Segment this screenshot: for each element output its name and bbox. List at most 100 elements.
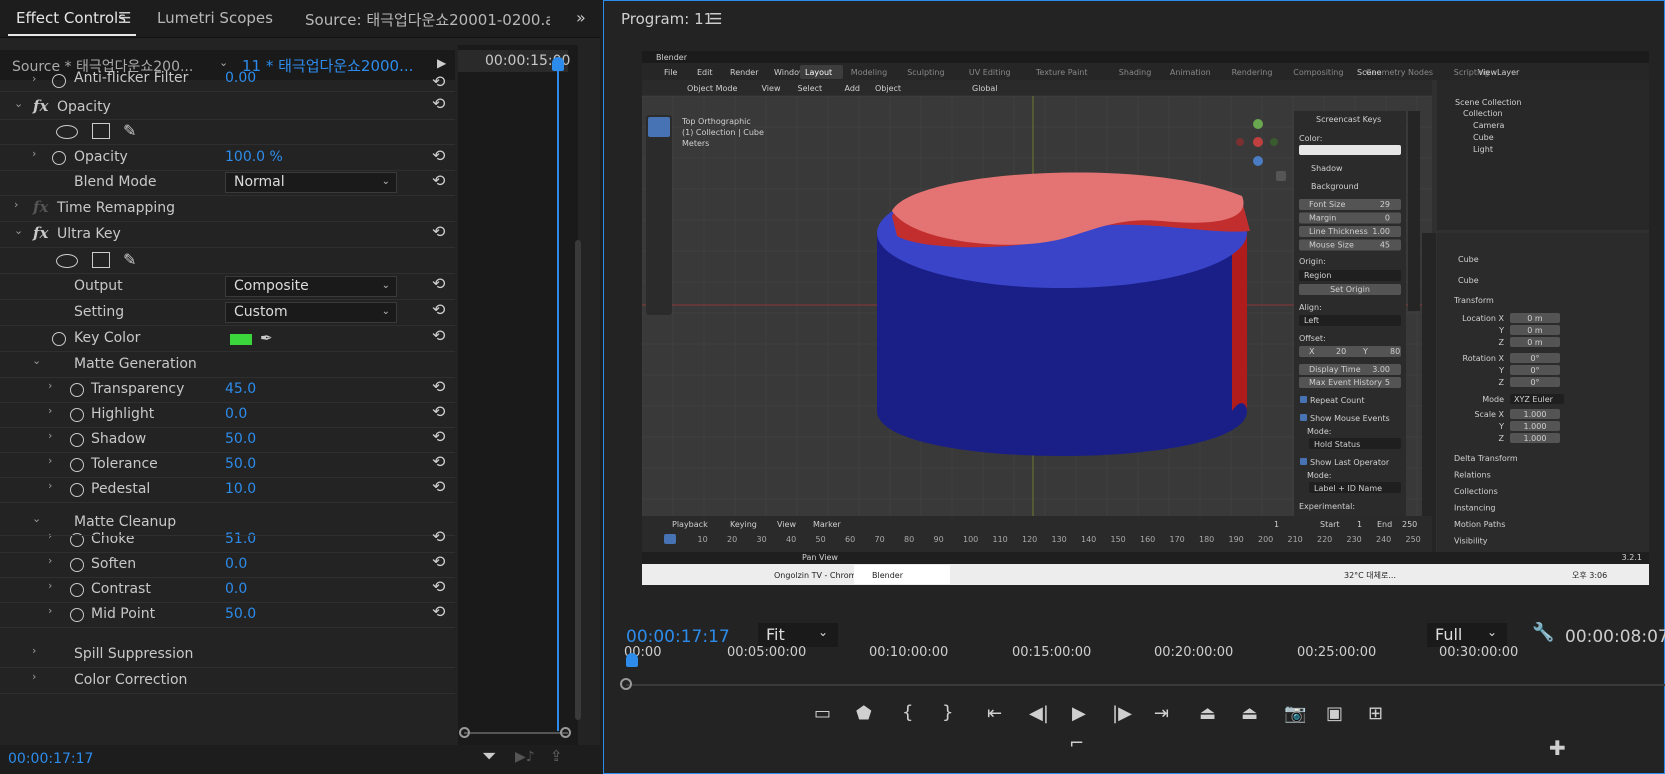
zoom-handle-left[interactable] [459, 727, 470, 738]
pen-mask-icon[interactable]: ✎ [123, 250, 136, 269]
multi-camera-icon[interactable]: ⊞ [1368, 703, 1383, 724]
setting-dropdown[interactable]: Custom ⌄ [225, 302, 397, 323]
reset-parameter-icon[interactable]: ⟲ [432, 326, 445, 345]
playhead-handle[interactable] [552, 57, 564, 71]
stopwatch-icon[interactable] [70, 483, 84, 497]
key-color-swatch[interactable] [230, 334, 252, 345]
reset-parameter-icon[interactable]: ⟲ [432, 171, 445, 190]
reset-parameter-icon[interactable]: ⟲ [432, 274, 445, 293]
pedestal-value[interactable]: 10.0 [225, 481, 256, 497]
expand-chevron-icon[interactable]: › [32, 72, 36, 85]
mark-out-icon[interactable]: } [942, 702, 953, 723]
expand-chevron-icon[interactable]: › [48, 404, 52, 417]
collapse-chevron-icon[interactable]: ⌄ [32, 512, 41, 525]
blend-mode-dropdown[interactable]: Normal ⌄ [225, 172, 397, 193]
stopwatch-icon[interactable] [52, 151, 66, 165]
pen-mask-icon[interactable]: ✎ [123, 121, 136, 140]
stopwatch-icon[interactable] [52, 74, 66, 88]
fx-icon[interactable]: fx [33, 97, 48, 115]
fx-icon[interactable]: fx [33, 224, 48, 242]
reset-parameter-icon[interactable]: ⟲ [432, 452, 445, 471]
stopwatch-icon[interactable] [70, 608, 84, 622]
reset-parameter-icon[interactable]: ⟲ [432, 527, 445, 546]
output-dropdown[interactable]: Composite ⌄ [225, 276, 397, 297]
program-video-frame[interactable]: BlenderFileEditRenderWindowHelpLayoutMod… [642, 51, 1649, 619]
tab-effect-controls[interactable]: Effect Controls [16, 9, 126, 27]
stopwatch-icon[interactable] [70, 558, 84, 572]
tolerance-value[interactable]: 50.0 [225, 456, 256, 472]
extract-icon[interactable]: ⏏ [1241, 703, 1258, 724]
current-timecode[interactable]: 00:00:17:17 [626, 627, 730, 647]
fit-dropdown[interactable]: Fit ⌄ [758, 623, 838, 647]
expand-chevron-icon[interactable]: › [48, 579, 52, 592]
reset-parameter-icon[interactable]: ⟲ [432, 402, 445, 421]
expand-chevron-icon[interactable]: › [14, 198, 18, 211]
ellipse-mask-icon[interactable] [56, 125, 78, 139]
add-marker-icon[interactable]: ⬟ [856, 703, 872, 724]
wrench-icon[interactable]: 🔧 [1532, 622, 1554, 643]
source-dropdown-icon[interactable]: ⌄ [219, 56, 228, 69]
add-button-icon[interactable]: ✚ [1549, 736, 1566, 760]
expand-chevron-icon[interactable]: › [48, 454, 52, 467]
program-playhead[interactable] [626, 653, 638, 667]
expand-chevron-icon[interactable]: › [32, 147, 36, 160]
stopwatch-icon[interactable] [70, 458, 84, 472]
expand-chevron-icon[interactable]: › [48, 604, 52, 617]
overflow-chevron-icon[interactable]: » [576, 8, 586, 27]
rectangle-mask-icon[interactable] [92, 252, 110, 268]
reset-parameter-icon[interactable]: ⟲ [432, 222, 445, 241]
vertical-scrollbar[interactable] [575, 240, 581, 720]
tab-source[interactable]: Source: 태극업다운쇼20001-0200.av [305, 9, 550, 30]
opacity-value[interactable]: 100.0 % [225, 149, 283, 165]
reset-parameter-icon[interactable]: ⟲ [432, 146, 445, 165]
antiflicker-value[interactable]: 0.00 [225, 70, 256, 86]
ellipse-mask-icon[interactable] [56, 254, 78, 268]
quality-dropdown[interactable]: Full ⌄ [1427, 623, 1507, 647]
reset-parameter-icon[interactable]: ⟲ [432, 94, 445, 113]
expand-chevron-icon[interactable]: › [32, 644, 36, 657]
expand-chevron-icon[interactable]: › [48, 554, 52, 567]
eyedropper-icon[interactable]: ✒ [260, 329, 273, 347]
panel-menu-icon[interactable]: ☰ [118, 9, 131, 27]
reset-parameter-icon[interactable]: ⟲ [432, 577, 445, 596]
go-to-in-icon[interactable]: ⇤ [987, 703, 1002, 724]
reset-parameter-icon[interactable]: ⟲ [432, 477, 445, 496]
soften-value[interactable]: 0.0 [225, 556, 247, 572]
midpoint-value[interactable]: 50.0 [225, 606, 256, 622]
stopwatch-icon[interactable] [70, 383, 84, 397]
collapse-chevron-icon[interactable]: ⌄ [32, 354, 41, 367]
reset-parameter-icon[interactable]: ⟲ [432, 72, 445, 91]
lift-icon[interactable]: ⏏ [1199, 703, 1216, 724]
shadow-value[interactable]: 50.0 [225, 431, 256, 447]
highlight-value[interactable]: 0.0 [225, 406, 247, 422]
safe-margins-icon[interactable]: ▭ [814, 703, 831, 724]
collapse-chevron-icon[interactable]: ⌄ [14, 224, 23, 237]
panel-menu-icon[interactable]: ☰ [709, 10, 722, 28]
trim-icon[interactable]: ⌐ [1069, 733, 1084, 754]
step-forward-icon[interactable]: |▶ [1112, 703, 1132, 724]
step-back-icon[interactable]: ◀| [1029, 703, 1049, 724]
playhead-line[interactable] [557, 71, 559, 731]
zoom-bar[interactable] [626, 684, 1665, 686]
reset-parameter-icon[interactable]: ⟲ [432, 300, 445, 319]
zoom-bar-handle[interactable] [620, 678, 632, 690]
tab-lumetri-scopes[interactable]: Lumetri Scopes [157, 9, 273, 27]
play-icon[interactable]: ▶ [1072, 703, 1086, 724]
transparency-value[interactable]: 45.0 [225, 381, 256, 397]
stopwatch-icon[interactable] [70, 408, 84, 422]
zoom-scrollbar[interactable] [464, 732, 568, 734]
play-only-icon[interactable]: ▶ [437, 56, 446, 70]
expand-chevron-icon[interactable]: › [48, 479, 52, 492]
expand-chevron-icon[interactable]: › [48, 429, 52, 442]
export-frame-icon[interactable]: 📷 [1284, 703, 1306, 724]
reset-parameter-icon[interactable]: ⟲ [432, 552, 445, 571]
stopwatch-icon[interactable] [52, 332, 66, 346]
stopwatch-icon[interactable] [70, 433, 84, 447]
filter-icon[interactable]: ⏷ [482, 746, 496, 767]
collapse-chevron-icon[interactable]: ⌄ [14, 97, 23, 110]
contrast-value[interactable]: 0.0 [225, 581, 247, 597]
rectangle-mask-icon[interactable] [92, 123, 110, 139]
comparison-view-icon[interactable]: ▣ [1326, 703, 1343, 724]
expand-chevron-icon[interactable]: › [48, 379, 52, 392]
reset-parameter-icon[interactable]: ⟲ [432, 602, 445, 621]
